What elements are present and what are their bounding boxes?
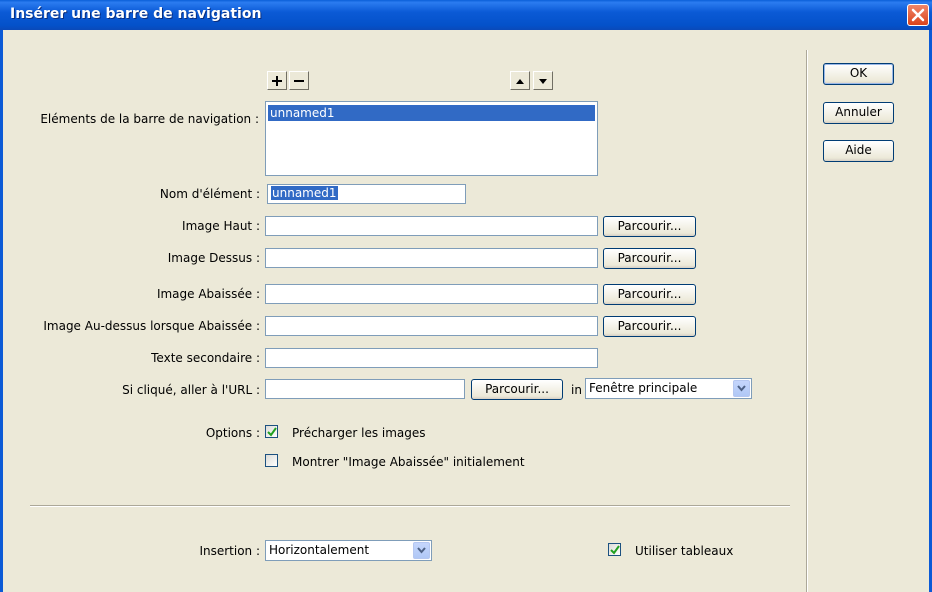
nav-items-label: Eléments de la barre de navigation : [40,112,259,126]
move-up-button[interactable] [510,71,530,90]
insertion-dropdown-button[interactable] [413,542,430,559]
plus-icon [272,76,282,86]
url-input[interactable] [265,379,465,399]
url-label: Si cliqué, aller à l'URL : [122,383,260,397]
element-name-label: Nom d'élément : [159,187,260,201]
checkmark-icon [267,427,277,437]
url-in-label: in [571,383,582,397]
url-target-select[interactable]: Fenêtre principale [585,378,752,399]
options-label: Options : [205,426,260,440]
up-image-label: Image Haut : [182,219,260,233]
title-bar: Insérer une barre de navigation [0,0,932,30]
list-item[interactable]: unnamed1 [268,105,595,121]
browse-down-image-button[interactable]: Parcourir... [603,284,696,305]
over-image-label: Image Dessus : [167,251,260,265]
url-target-value: Fenêtre principale [589,381,698,395]
ok-button[interactable]: OK [823,63,894,85]
over-while-down-input[interactable] [265,316,598,336]
chevron-down-icon [417,547,426,554]
window-title: Insérer une barre de navigation [10,6,262,22]
insertion-label: Insertion : [199,544,260,558]
vertical-separator [806,50,808,592]
show-down-image-label: Montrer "Image Abaissée" initialement [292,455,525,469]
window-frame-left [0,30,3,592]
close-button[interactable] [907,4,929,26]
preload-images-checkbox[interactable] [265,425,278,438]
arrow-up-icon [516,79,524,84]
browse-up-image-button[interactable]: Parcourir... [603,216,696,237]
alt-text-label: Texte secondaire : [151,351,260,365]
close-icon [911,8,925,22]
add-item-button[interactable] [267,71,287,90]
element-name-input[interactable]: unnamed1 [267,184,466,204]
browse-over-while-down-button[interactable]: Parcourir... [603,316,696,337]
down-image-input[interactable] [265,284,598,304]
move-down-button[interactable] [533,71,553,90]
horizontal-divider [30,505,790,507]
minus-icon [294,80,304,82]
down-image-label: Image Abaissée : [156,287,260,301]
show-down-image-checkbox[interactable] [265,454,278,467]
alt-text-input[interactable] [265,348,598,368]
remove-item-button[interactable] [289,71,309,90]
use-tables-label: Utiliser tableaux [635,544,734,558]
insertion-select[interactable]: Horizontalement [265,540,432,561]
arrow-down-icon [539,79,547,84]
browse-url-button[interactable]: Parcourir... [471,379,563,400]
use-tables-checkbox[interactable] [608,543,621,556]
cancel-button[interactable]: Annuler [823,102,894,124]
over-while-down-label: Image Au-dessus lorsque Abaissée : [43,319,260,333]
over-image-input[interactable] [265,248,598,268]
element-name-value: unnamed1 [271,186,338,200]
checkmark-icon [610,545,620,555]
help-button[interactable]: Aide [823,140,894,162]
nav-items-list[interactable]: unnamed1 [265,101,598,176]
chevron-down-icon [737,385,746,392]
insertion-value: Horizontalement [269,543,370,557]
url-target-dropdown-button[interactable] [733,380,750,397]
browse-over-image-button[interactable]: Parcourir... [603,248,696,269]
preload-images-label: Précharger les images [292,426,426,440]
up-image-input[interactable] [265,216,598,236]
